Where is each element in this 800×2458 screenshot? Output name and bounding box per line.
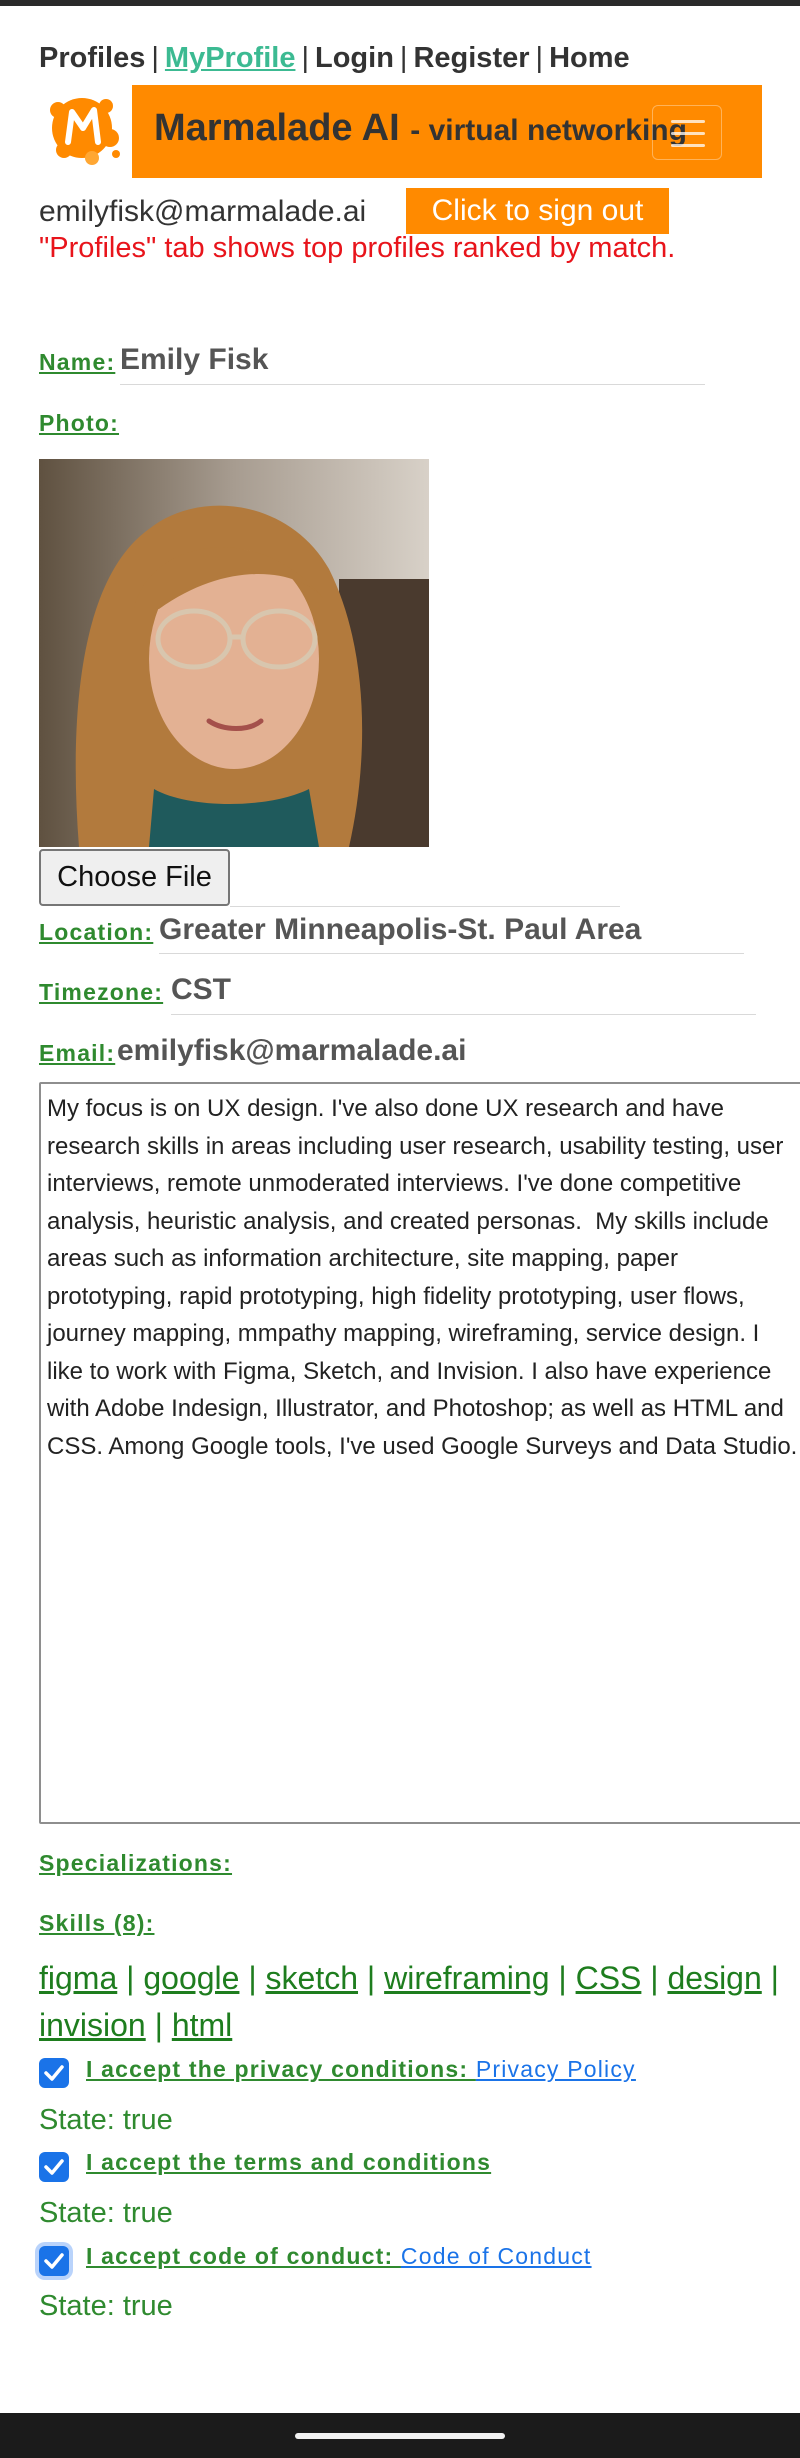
specializations-label: Specializations: xyxy=(39,1850,233,1876)
name-field-underline xyxy=(120,384,705,385)
skill-link[interactable]: design xyxy=(667,1960,761,1996)
code-of-conduct-link[interactable]: Code of Conduct xyxy=(401,2243,592,2269)
terms-checkbox[interactable] xyxy=(39,2152,69,2182)
choose-file-button[interactable]: Choose File xyxy=(39,849,230,906)
timezone-field[interactable]: CST xyxy=(171,973,231,1007)
sign-out-button[interactable]: Click to sign out xyxy=(406,188,669,234)
skill-link[interactable]: invision xyxy=(39,2007,146,2043)
privacy-consent-text: I accept the privacy conditions: xyxy=(86,2056,476,2082)
nav-separator: | xyxy=(301,42,309,74)
nav-profiles-link[interactable]: Profiles xyxy=(39,42,145,74)
skills-label: Skills (8): xyxy=(39,1910,155,1936)
nav-home-link[interactable]: Home xyxy=(549,42,630,74)
app-title-text: Marmalade AI xyxy=(154,107,400,149)
nav-separator: | xyxy=(151,42,159,74)
location-label: Location: xyxy=(39,919,154,945)
file-field-underline xyxy=(230,906,620,907)
signed-in-email: emilyfisk@marmalade.ai xyxy=(39,195,367,228)
skill-link[interactable]: figma xyxy=(39,1960,117,1996)
skill-link[interactable]: html xyxy=(172,2007,232,2043)
privacy-state-text: State: true xyxy=(39,2104,173,2136)
name-field[interactable]: Emily Fisk xyxy=(120,343,268,377)
location-field-underline xyxy=(159,953,744,954)
app-subtitle: - virtual networking xyxy=(410,114,687,147)
photo-label: Photo: xyxy=(39,410,120,436)
app-banner: Marmalade AI - virtual networking xyxy=(132,85,762,178)
code-of-conduct-consent-label[interactable]: I accept code of conduct: Code of Conduc… xyxy=(86,2243,592,2270)
code-of-conduct-consent-text: I accept code of conduct: xyxy=(86,2243,401,2269)
nav-login-link[interactable]: Login xyxy=(315,42,394,74)
terms-state-text: State: true xyxy=(39,2197,173,2229)
nav-separator: | xyxy=(535,42,544,74)
nav-separator: | xyxy=(399,42,408,74)
nav-register-link[interactable]: Register xyxy=(413,42,529,74)
skill-link[interactable]: CSS xyxy=(576,1960,642,1996)
hamburger-menu-icon[interactable] xyxy=(652,105,722,160)
skill-link[interactable]: wireframing xyxy=(384,1960,549,1996)
email-label: Email: xyxy=(39,1040,116,1066)
profile-photo xyxy=(39,459,429,847)
skills-list: figma | google | sketch | wireframing | … xyxy=(39,1960,779,2043)
code-of-conduct-state-text: State: true xyxy=(39,2290,173,2322)
email-field[interactable]: emilyfisk@marmalade.ai xyxy=(117,1034,466,1068)
home-indicator[interactable] xyxy=(295,2433,505,2439)
status-bar xyxy=(0,0,800,6)
location-field[interactable]: Greater Minneapolis-St. Paul Area xyxy=(159,913,641,947)
privacy-checkbox[interactable] xyxy=(39,2058,69,2088)
privacy-policy-link[interactable]: Privacy Policy xyxy=(476,2056,636,2082)
name-label: Name: xyxy=(39,349,116,375)
skill-link[interactable]: sketch xyxy=(266,1960,358,1996)
nav-myprofile-link[interactable]: MyProfile xyxy=(165,42,296,74)
marmalade-logo-icon[interactable] xyxy=(44,88,124,168)
top-nav: Profiles | MyProfile | Login | Register | Home xyxy=(39,42,630,75)
code-of-conduct-checkbox[interactable] xyxy=(39,2246,69,2276)
app-title: Marmalade AI - virtual networking xyxy=(154,107,687,150)
profiles-tab-note: "Profiles" tab shows top profiles ranked… xyxy=(39,232,676,264)
bio-textarea[interactable]: My focus is on UX design. I've also done… xyxy=(39,1082,800,1824)
timezone-field-underline xyxy=(171,1014,756,1015)
privacy-consent-label[interactable]: I accept the privacy conditions: Privacy… xyxy=(86,2056,636,2083)
terms-consent-label[interactable]: I accept the terms and conditions xyxy=(86,2149,491,2176)
skill-link[interactable]: google xyxy=(143,1960,239,1996)
timezone-label: Timezone: xyxy=(39,979,164,1005)
